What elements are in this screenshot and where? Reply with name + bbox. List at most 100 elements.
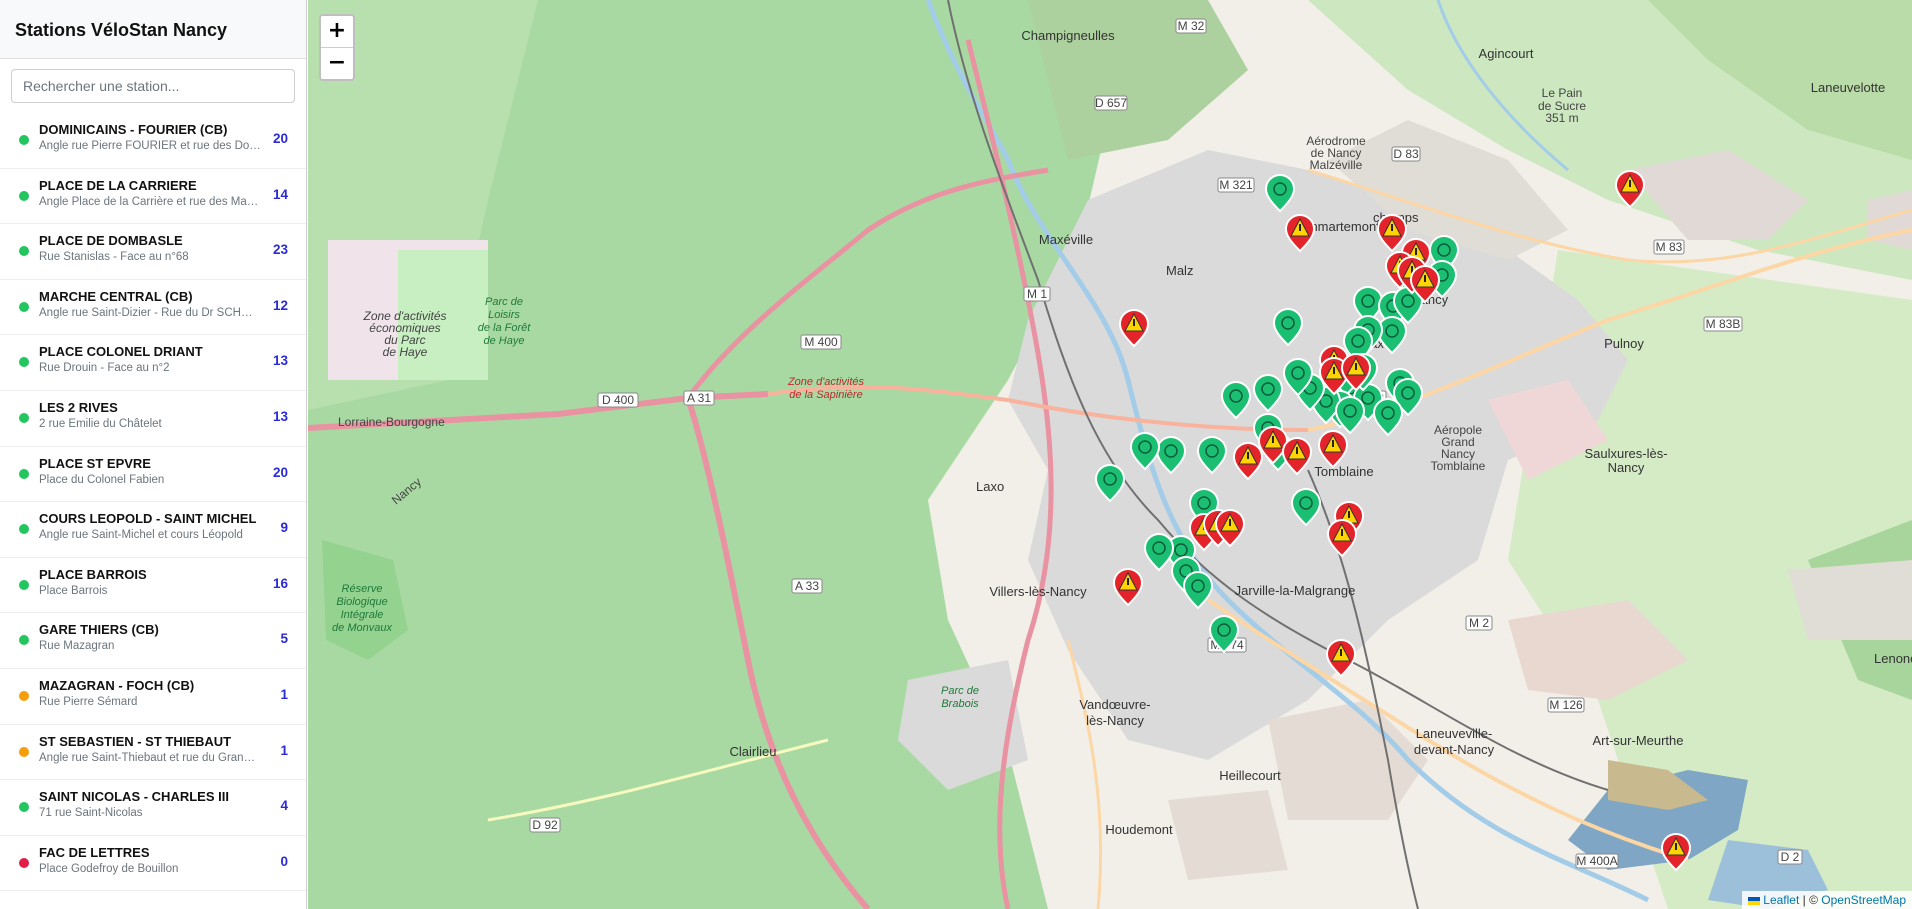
label-parc-haye-4: de Haye [484,335,525,347]
station-list-item[interactable]: PLACE DE DOMBASLE Rue Stanislas - Face au… [0,224,306,280]
zoom-in-button[interactable]: + [321,16,353,48]
station-name: MARCHE CENTRAL (CB) [39,288,193,304]
place-champigneulles: Champigneulles [1021,28,1115,43]
zoom-out-button[interactable]: − [321,48,353,79]
place-tomblaine: Tomblaine [1314,464,1373,479]
label-parc-haye-1: Parc de [485,296,523,308]
openstreetmap-link[interactable]: OpenStreetMap [1821,893,1906,907]
station-list-item[interactable]: GARE THIERS (CB) Rue Mazagran 5 [0,613,306,669]
station-bike-count: 16 [272,575,288,591]
station-bike-count: 12 [272,297,288,313]
shield-d657: D 657 [1095,96,1127,110]
station-address: Angle rue Saint-Thiebaut et rue du Grand… [39,751,261,764]
station-status-dot [19,301,29,312]
label-pain-sucre-1: Le Pain [1542,86,1583,100]
station-list-item[interactable]: DOMINICAINS - FOURIER (CB) Angle rue Pier… [0,113,306,169]
station-list-item[interactable]: LES 2 RIVES 2 rue Emilie du Châtelet 13 [0,391,306,447]
station-address: Rue Pierre Sémard [39,695,138,708]
station-status-dot [19,468,29,479]
sidebar-header: Stations VéloStan Nancy [0,0,306,59]
station-list: DOMINICAINS - FOURIER (CB) Angle rue Pier… [0,113,306,892]
label-brabois-1: Parc de [941,685,979,697]
station-address: Angle rue Saint-Dizier - Rue du Dr SCHMI… [39,306,261,319]
place-laneuveville-1: Laneuveville- [1416,726,1493,741]
label-reserve-3: Intégrale [341,609,384,621]
station-list-item[interactable]: COURS LEOPOLD - SAINT MICHEL Angle rue Sa… [0,502,306,558]
station-address: Place Godefroy de Bouillon [39,862,179,875]
station-status-dot [19,690,29,701]
place-agincourt: Agincourt [1479,46,1534,61]
attribution-separator: | © [1799,893,1822,907]
station-list-item[interactable]: PLACE DE LA CARRIERE Angle Place de la Ca… [0,169,306,225]
station-list-item[interactable]: SAINT NICOLAS - CHARLES III 71 rue Saint-… [0,780,306,836]
station-list-item[interactable]: MAZAGRAN - FOCH (CB) Rue Pierre Sémard 1 [0,669,306,725]
place-clairlieu: Clairlieu [730,744,777,759]
station-list-item[interactable]: FAC DE LETTRES Place Godefroy de Bouillon… [0,836,306,892]
shield-m2: M 2 [1469,616,1489,630]
place-malz: Malz [1166,263,1193,278]
map-view[interactable]: M 32 D 657 M 321 D 83 M 83 M 83B M 1 M 4… [308,0,1912,909]
place-laxou: Laxo [976,479,1004,494]
station-list-item[interactable]: MARCHE CENTRAL (CB) Angle rue Saint-Dizie… [0,280,306,336]
station-status-dot [19,135,29,145]
leaflet-link[interactable]: Leaflet [1763,893,1799,907]
shield-d400: D 400 [602,393,634,407]
station-address: Angle rue Pierre FOURIER et rue des Domi… [39,140,261,152]
label-zone-sapiniere-2: de la Sapinière [789,389,862,401]
shield-m1: M 1 [1027,287,1047,301]
station-address: Place Barrois [39,584,108,597]
station-name: COURS LEOPOLD - SAINT MICHEL [39,511,257,527]
station-bike-count: 13 [272,353,288,369]
station-address: Angle Place de la Carrière et rue des Ma… [39,195,261,208]
shield-m400a: M 400A [1576,854,1617,868]
label-zone-parc-4: de Haye [383,345,428,359]
station-address: 71 rue Saint-Nicolas [39,807,143,820]
station-bike-count: 4 [280,798,288,814]
station-name: PLACE ST EPVRE [39,455,151,471]
place-pulnoy: Pulnoy [1604,336,1644,351]
station-name: DOMINICAINS - FOURIER (CB) [39,122,228,137]
station-address: Angle rue Saint-Michel et cours Léopold [39,529,243,542]
label-parc-haye-3: de la Forêt [478,322,532,334]
map-attribution: Leaflet | © OpenStreetMap [1742,891,1912,909]
station-list-item[interactable]: ST SEBASTIEN - ST THIEBAUT Angle rue Sain… [0,725,306,781]
shield-m126: M 126 [1549,698,1583,712]
station-bike-count: 20 [272,131,288,146]
station-name: MAZAGRAN - FOCH (CB) [39,677,195,693]
station-bike-count: 5 [280,631,288,647]
station-address: 2 rue Emilie du Châtelet [39,417,162,430]
station-list-item[interactable]: PLACE ST EPVRE Place du Colonel Fabien 20 [0,447,306,503]
station-name: PLACE BARROIS [39,566,147,582]
station-address: Place du Colonel Fabien [39,473,165,486]
shield-d92: D 92 [532,818,558,832]
place-saulxures-1: Saulxures-lès- [1584,446,1667,461]
station-name: PLACE DE DOMBASLE [39,233,183,249]
label-pain-sucre-3: 351 m [1545,111,1578,125]
place-vandoeuvre-1: Vandœuvre- [1079,697,1150,712]
station-name: PLACE DE LA CARRIERE [39,177,197,193]
place-jarville: Jarville-la-Malgrange [1235,583,1356,598]
label-parc-haye-2: Loisirs [488,309,520,321]
shield-d2: D 2 [1781,850,1800,864]
label-zone-sapiniere-1: Zone d'activités [787,376,865,388]
station-bike-count: 1 [280,686,288,702]
station-search-input[interactable] [11,69,295,103]
shield-a31: A 31 [687,391,711,405]
shield-d83: D 83 [1393,147,1419,161]
shield-a33: A 33 [795,579,819,593]
label-aeropole-4: Tomblaine [1431,459,1486,473]
place-villers: Villers-lès-Nancy [989,584,1087,599]
label-brabois-2: Brabois [941,698,979,710]
station-list-item[interactable]: PLACE BARROIS Place Barrois 16 [0,558,306,614]
station-bike-count: 0 [280,853,288,869]
place-saulxures-2: Nancy [1608,460,1645,475]
station-sidebar: Stations VéloStan Nancy DOMINICAINS - FO… [0,0,307,909]
station-name: SAINT NICOLAS - CHARLES III [39,789,229,805]
station-address: Rue Drouin - Face au n°2 [39,362,170,375]
label-reserve-2: Biologique [336,596,387,608]
place-vandoeuvre-2: lès-Nancy [1086,713,1144,728]
label-reserve-4: de Monvaux [332,622,392,634]
map-tiles: M 32 D 657 M 321 D 83 M 83 M 83B M 1 M 4… [308,0,1912,909]
station-status-dot [19,746,29,757]
station-list-item[interactable]: PLACE COLONEL DRIANT Rue Drouin - Face au… [0,335,306,391]
